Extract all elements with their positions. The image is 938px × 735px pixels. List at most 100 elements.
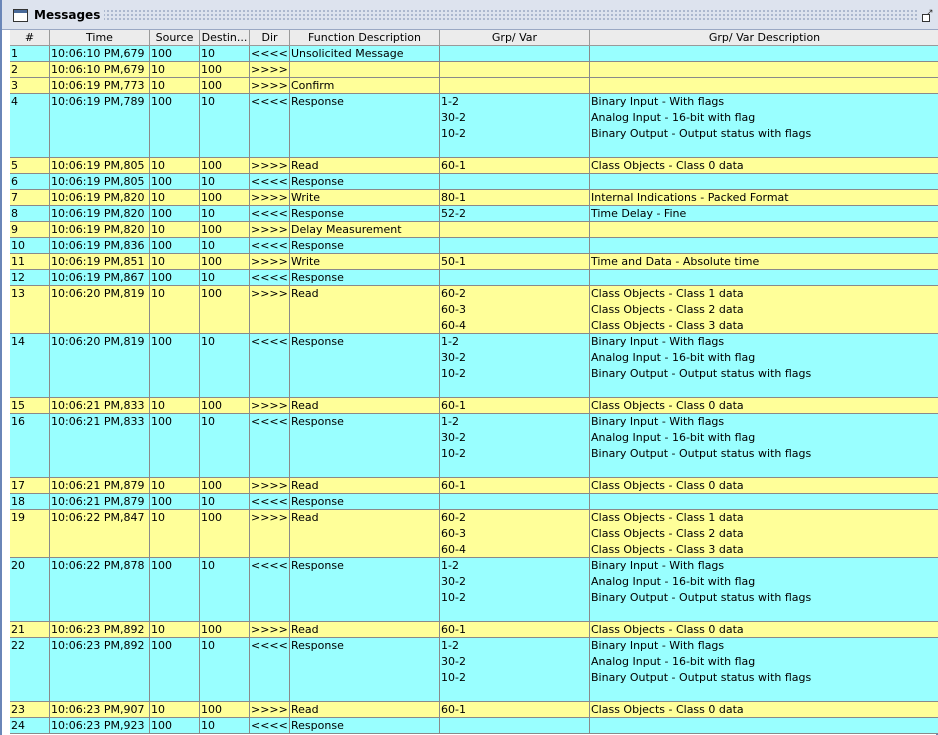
row-destination: 10 <box>200 558 250 621</box>
row-destination: 10 <box>200 718 250 733</box>
row-direction: >>>> <box>250 78 290 93</box>
table-row[interactable]: 24 10:06:23 PM,923 100 10 <<<< Response <box>10 718 938 734</box>
row-grp-var-line: 1-2 <box>441 335 459 348</box>
row-grp-var-description <box>590 238 938 253</box>
table-row[interactable]: 18 10:06:21 PM,879 100 10 <<<< Response <box>10 494 938 510</box>
row-grp-var-line: 30-2 <box>441 431 466 444</box>
column-header-dir[interactable]: Dir <box>250 30 290 45</box>
row-function-description: Unsolicited Message <box>290 46 440 61</box>
row-grp-var-description-line: Binary Output - Output status with flags <box>591 671 812 684</box>
row-direction: >>>> <box>250 702 290 717</box>
row-grp-var-description: Class Objects - Class 0 data <box>590 622 938 637</box>
row-grp-var-description: Class Objects - Class 0 data <box>590 398 938 413</box>
row-time: 10:06:19 PM,805 <box>50 174 150 189</box>
row-number: 15 <box>10 398 50 413</box>
row-number: 5 <box>10 158 50 173</box>
column-header-function-description[interactable]: Function Description <box>290 30 440 45</box>
row-direction: <<<< <box>250 206 290 221</box>
row-grp-var-description-line: Analog Input - 16-bit with flag <box>591 111 756 124</box>
row-time: 10:06:23 PM,923 <box>50 718 150 733</box>
table-row[interactable]: 11 10:06:19 PM,851 10 100 >>>> Write 50-1 Time … <box>10 254 938 270</box>
column-header-time[interactable]: Time <box>50 30 150 45</box>
row-destination: 10 <box>200 494 250 509</box>
row-number: 13 <box>10 286 50 333</box>
row-source: 100 <box>150 558 200 621</box>
table-row[interactable]: 13 10:06:20 PM,819 10 100 >>>> Read 60-2 60-3 60… <box>10 286 938 334</box>
table-row[interactable]: 5 10:06:19 PM,805 10 100 >>>> Read 60-1 Class O… <box>10 158 938 174</box>
row-time: 10:06:19 PM,773 <box>50 78 150 93</box>
row-number: 2 <box>10 62 50 77</box>
table-row[interactable]: 23 10:06:23 PM,907 10 100 >>>> Read 60-1 Class … <box>10 702 938 718</box>
row-time: 10:06:19 PM,867 <box>50 270 150 285</box>
row-grp-var-description <box>590 46 938 61</box>
row-grp-var-description: Binary Input - With flags Analog Input - … <box>590 94 938 157</box>
row-function-description: Response <box>290 94 440 157</box>
row-source: 10 <box>150 190 200 205</box>
table-row[interactable]: 16 10:06:21 PM,833 100 10 <<<< Response 1-2 30-… <box>10 414 938 478</box>
column-header-source[interactable]: Source <box>150 30 200 45</box>
row-source: 100 <box>150 334 200 397</box>
row-time: 10:06:23 PM,907 <box>50 702 150 717</box>
table-row[interactable]: 17 10:06:21 PM,879 10 100 >>>> Read 60-1 Class … <box>10 478 938 494</box>
row-grp-var-description-line: Binary Output - Output status with flags <box>591 127 812 140</box>
window-titlebar[interactable]: Messages ↗ <box>2 0 938 30</box>
restore-icon[interactable]: ↗ <box>920 8 934 22</box>
table-row[interactable]: 22 10:06:23 PM,892 100 10 <<<< Response 1-2 30-… <box>10 638 938 702</box>
row-source: 10 <box>150 510 200 557</box>
row-grp-var-line: 60-4 <box>441 319 466 332</box>
table-row[interactable]: 7 10:06:19 PM,820 10 100 >>>> Write 80-1 Intern… <box>10 190 938 206</box>
column-header-grp-var[interactable]: Grp/ Var <box>440 30 590 45</box>
table-row[interactable]: 8 10:06:19 PM,820 100 10 <<<< Response 52-2 Tim… <box>10 206 938 222</box>
row-function-description: Response <box>290 206 440 221</box>
row-number: 4 <box>10 94 50 157</box>
row-source: 10 <box>150 622 200 637</box>
row-source: 100 <box>150 638 200 701</box>
row-source: 10 <box>150 398 200 413</box>
table-row[interactable]: 9 10:06:19 PM,820 10 100 >>>> Delay Measureme… <box>10 222 938 238</box>
row-grp-var-description-line: Class Objects - Class 0 data <box>591 703 744 716</box>
row-grp-var-description: Class Objects - Class 1 data Class Object… <box>590 510 938 557</box>
row-grp-var-line: 60-1 <box>441 703 466 716</box>
row-grp-var-line: 10-2 <box>441 367 466 380</box>
row-source: 100 <box>150 46 200 61</box>
table-row[interactable]: 2 10:06:10 PM,679 10 100 >>>> <box>10 62 938 78</box>
table-row[interactable]: 10 10:06:19 PM,836 100 10 <<<< Response <box>10 238 938 254</box>
table-row[interactable]: 14 10:06:20 PM,819 100 10 <<<< Response 1-2 30-… <box>10 334 938 398</box>
row-destination: 10 <box>200 174 250 189</box>
column-header-grp-var-description[interactable]: Grp/ Var Description <box>590 30 938 45</box>
row-time: 10:06:22 PM,847 <box>50 510 150 557</box>
row-function-description: Response <box>290 718 440 733</box>
row-destination: 100 <box>200 222 250 237</box>
row-grp-var-description <box>590 174 938 189</box>
row-grp-var-description-line: Class Objects - Class 0 data <box>591 159 744 172</box>
table-row[interactable]: 1 10:06:10 PM,679 100 10 <<<< Unsolicited Mes… <box>10 46 938 62</box>
table-row[interactable]: 6 10:06:19 PM,805 100 10 <<<< Response <box>10 174 938 190</box>
row-grp-var-line: 30-2 <box>441 351 466 364</box>
table-row[interactable]: 3 10:06:19 PM,773 10 100 >>>> Confirm <box>10 78 938 94</box>
row-grp-var-description: Class Objects - Class 0 data <box>590 702 938 717</box>
row-grp-var-line: 1-2 <box>441 95 459 108</box>
row-grp-var-description-line: Analog Input - 16-bit with flag <box>591 655 756 668</box>
row-direction: >>>> <box>250 478 290 493</box>
row-function-description: Read <box>290 478 440 493</box>
row-grp-var-description: Binary Input - With flags Analog Input - … <box>590 414 938 477</box>
table-row[interactable]: 19 10:06:22 PM,847 10 100 >>>> Read 60-2 60-3 60… <box>10 510 938 558</box>
table-row[interactable]: 15 10:06:21 PM,833 10 100 >>>> Read 60-1 Class … <box>10 398 938 414</box>
table-row[interactable]: 20 10:06:22 PM,878 100 10 <<<< Response 1-2 30-… <box>10 558 938 622</box>
column-header-number[interactable]: # <box>10 30 50 45</box>
row-grp-var-line: 60-4 <box>441 543 466 556</box>
table-row[interactable]: 4 10:06:19 PM,789 100 10 <<<< Response 1-2 30-2… <box>10 94 938 158</box>
row-grp-var-description-line: Class Objects - Class 0 data <box>591 479 744 492</box>
row-grp-var: 60-2 60-3 60-4 <box>440 510 590 557</box>
row-grp-var-line: 30-2 <box>441 575 466 588</box>
column-header-destination[interactable]: Destin... <box>200 30 250 45</box>
row-function-description: Read <box>290 702 440 717</box>
row-number: 23 <box>10 702 50 717</box>
row-grp-var-description-line: Class Objects - Class 0 data <box>591 399 744 412</box>
row-source: 10 <box>150 222 200 237</box>
row-grp-var-description-line: Class Objects - Class 2 data <box>591 303 744 316</box>
table-row[interactable]: 12 10:06:19 PM,867 100 10 <<<< Response <box>10 270 938 286</box>
row-grp-var <box>440 174 590 189</box>
table-row[interactable]: 21 10:06:23 PM,892 10 100 >>>> Read 60-1 Class … <box>10 622 938 638</box>
row-time: 10:06:19 PM,805 <box>50 158 150 173</box>
